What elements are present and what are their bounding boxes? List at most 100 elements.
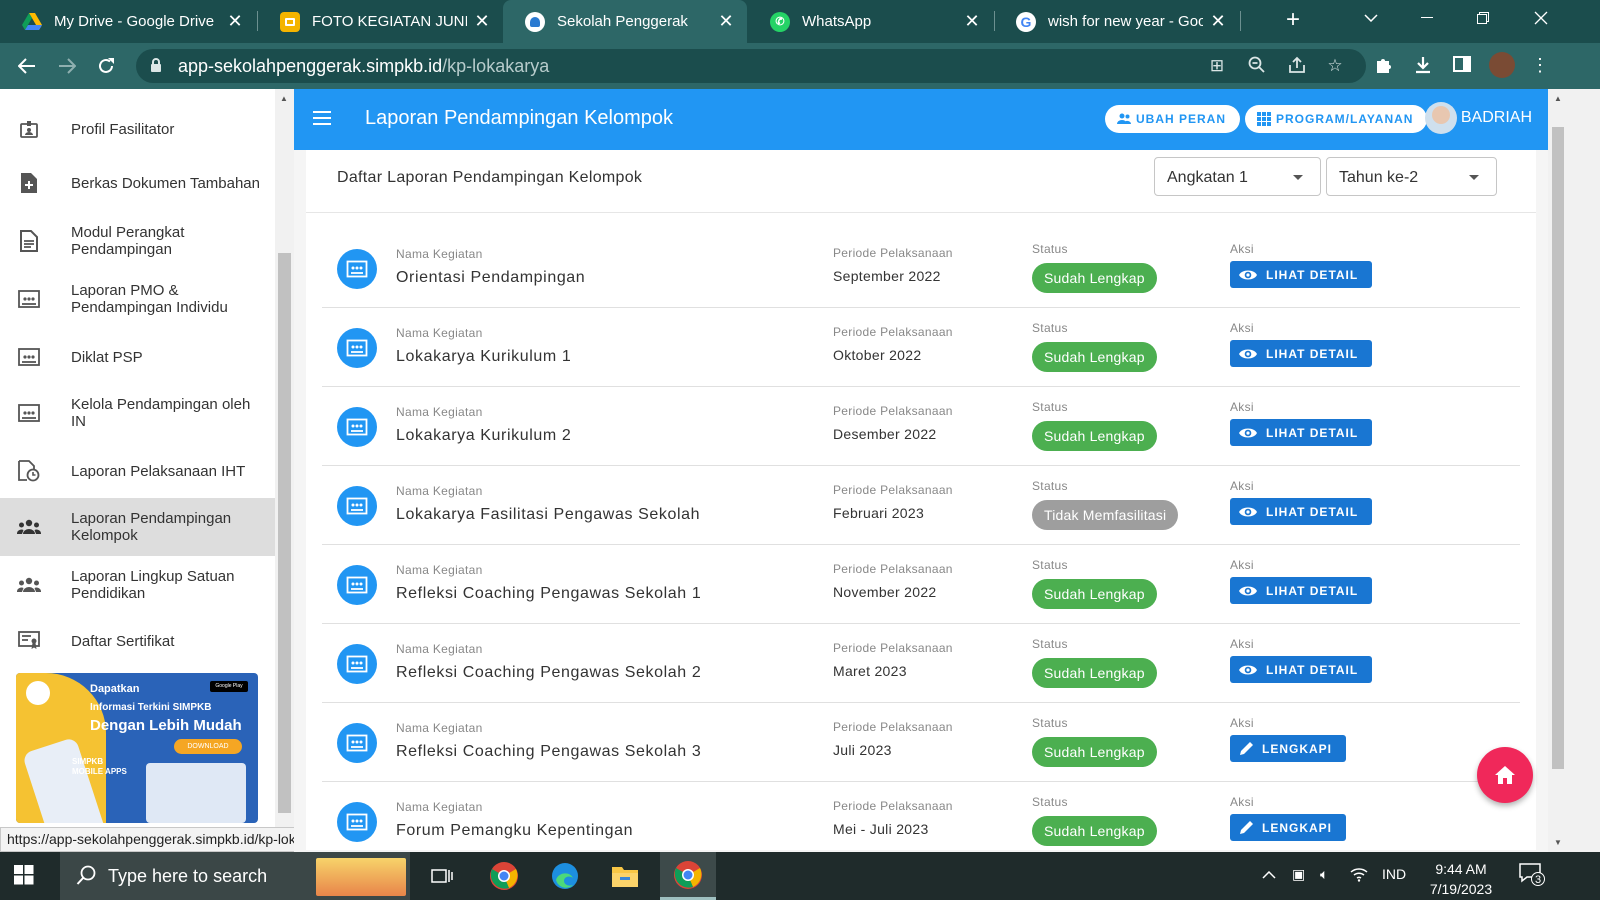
kebab-menu-icon[interactable]: ⋮	[1528, 55, 1552, 79]
activity-period: Mei - Juli 2023	[833, 821, 929, 837]
sidebar-item-diklat-psp[interactable]: Diklat PSP	[0, 339, 275, 375]
activity-avatar	[337, 249, 377, 289]
nama-caption: Nama Kegiatan	[396, 800, 483, 814]
home-fab-button[interactable]	[1477, 747, 1533, 803]
close-tab-icon[interactable]: ✕	[473, 11, 491, 32]
tab-foto-kegiatan[interactable]: FOTO KEGIATAN JUNI 202 ✕	[258, 0, 503, 43]
sidebar-item-modul-perangkat[interactable]: Modul Perangkat Pendampingan	[0, 219, 275, 263]
tab-sekolah-penggerak[interactable]: Sekolah Penggerak ✕	[503, 0, 747, 43]
wifi-icon[interactable]	[1350, 866, 1368, 885]
lengkapi-button[interactable]: LENGKAPI	[1230, 814, 1347, 841]
file-explorer-taskbar-icon[interactable]	[597, 852, 653, 900]
back-button[interactable]	[12, 51, 42, 81]
chrome-profile-taskbar-icon[interactable]	[660, 852, 716, 900]
close-tab-icon[interactable]: ✕	[1209, 11, 1227, 32]
aksi-caption: Aksi	[1230, 242, 1254, 256]
activity-name: Lokakarya Fasilitasi Pengawas Sekolah	[396, 506, 701, 523]
windows-start-icon[interactable]	[14, 865, 34, 890]
program-layanan-button[interactable]: PROGRAM/LAYANAN	[1245, 105, 1428, 133]
close-tab-icon[interactable]: ✕	[226, 11, 244, 32]
bookmark-star-icon[interactable]: ☆	[1324, 56, 1346, 76]
lengkapi-button[interactable]: LENGKAPI	[1230, 735, 1347, 762]
periode-caption: Periode Pelaksanaan	[833, 720, 953, 734]
ubah-peran-button[interactable]: UBAH PERAN	[1105, 105, 1241, 133]
side-panel-icon[interactable]	[1450, 55, 1474, 79]
lihat-detail-button[interactable]: LIHAT DETAIL	[1230, 577, 1373, 604]
taskbar-search-input[interactable]: Type here to search	[60, 852, 410, 900]
periode-caption: Periode Pelaksanaan	[833, 325, 953, 339]
tab-whatsapp[interactable]: ✆ WhatsApp ✕	[748, 0, 993, 43]
download-icon[interactable]	[1411, 55, 1435, 79]
sidebar-item-daftar-sertifikat[interactable]: Daftar Sertifikat	[0, 623, 275, 659]
lihat-detail-button[interactable]: LIHAT DETAIL	[1230, 340, 1373, 367]
notification-center-icon[interactable]: 3	[1518, 862, 1545, 887]
hamburger-menu-icon[interactable]	[313, 111, 331, 126]
badge-icon	[17, 117, 41, 141]
google-play-badge[interactable]: Google Play	[210, 681, 248, 692]
extensions-puzzle-icon[interactable]	[1372, 55, 1396, 79]
file-clock-icon	[17, 459, 41, 483]
tab-google-drive[interactable]: My Drive - Google Drive ✕	[0, 0, 256, 43]
show-hidden-icons-chevron-icon[interactable]	[1262, 866, 1276, 882]
tab-google-search[interactable]: G wish for new year - Googl ✕	[994, 0, 1239, 43]
share-icon[interactable]	[1286, 56, 1308, 76]
sidebar-item-laporan-iht[interactable]: Laporan Pelaksanaan IHT	[0, 453, 275, 489]
lihat-detail-button[interactable]: LIHAT DETAIL	[1230, 656, 1373, 683]
document-icon	[17, 229, 41, 253]
translate-icon[interactable]: ⊞	[1206, 56, 1228, 76]
sidebar-item-laporan-pendampingan-kelompok[interactable]: Laporan Pendampingan Kelompok	[0, 498, 275, 556]
download-button[interactable]: DOWNLOAD	[174, 739, 242, 754]
device-icon[interactable]: ▣	[1292, 866, 1305, 883]
activity-name: Orientasi Pendampingan	[396, 269, 586, 286]
sidebar: Profil Fasilitator Berkas Dokumen Tambah…	[0, 89, 275, 852]
eye-icon	[1239, 507, 1257, 516]
pencil-icon	[1240, 820, 1253, 834]
minimize-button[interactable]	[1404, 0, 1450, 36]
lihat-detail-button[interactable]: LIHAT DETAIL	[1230, 261, 1373, 288]
tahun-select[interactable]: Tahun ke-2	[1326, 157, 1497, 196]
activity-name: Refleksi Coaching Pengawas Sekolah 1	[396, 585, 702, 602]
activity-name: Lokakarya Kurikulum 1	[396, 348, 572, 365]
status-badge: Sudah Lengkap	[1032, 816, 1157, 846]
periode-caption: Periode Pelaksanaan	[833, 641, 953, 655]
close-window-button[interactable]	[1518, 0, 1564, 36]
close-tab-icon[interactable]: ✕	[963, 11, 981, 32]
reload-button[interactable]	[91, 51, 121, 81]
sidebar-item-kelola-pendampingan[interactable]: Kelola Pendampingan oleh IN	[0, 391, 275, 435]
aksi-caption: Aksi	[1230, 321, 1254, 335]
simpkb-logo	[26, 681, 50, 705]
sidebar-item-laporan-pmo[interactable]: Laporan PMO & Pendampingan Individu	[0, 277, 275, 321]
user-menu[interactable]: BADRIAH	[1424, 102, 1532, 134]
sidebar-item-laporan-lingkup[interactable]: Laporan Lingkup Satuan Pendidikan	[0, 563, 275, 607]
url-bar[interactable]: app-sekolahpenggerak.simpkb.id/kp-lokaka…	[136, 49, 1366, 83]
activity-avatar	[337, 565, 377, 605]
edge-taskbar-icon[interactable]	[537, 852, 593, 900]
main-scrollbar[interactable]: ▲ ▼	[1548, 89, 1568, 852]
profile-avatar[interactable]	[1489, 52, 1515, 78]
forward-button[interactable]	[52, 51, 82, 81]
sidebar-item-berkas-dokumen[interactable]: Berkas Dokumen Tambahan	[0, 161, 275, 205]
angkatan-select[interactable]: Angkatan 1	[1154, 157, 1321, 196]
activity-period: Desember 2022	[833, 426, 937, 442]
chrome-taskbar-icon[interactable]	[476, 852, 532, 900]
presentation-icon	[346, 418, 368, 436]
task-view-icon[interactable]	[414, 852, 470, 900]
page-title: Laporan Pendampingan Kelompok	[365, 107, 673, 129]
input-language[interactable]: IND	[1382, 866, 1406, 882]
lihat-detail-button[interactable]: LIHAT DETAIL	[1230, 498, 1373, 525]
lihat-detail-button[interactable]: LIHAT DETAIL	[1230, 419, 1373, 446]
sidebar-scrollbar[interactable]: ▲	[275, 89, 294, 852]
new-tab-button[interactable]: +	[1280, 8, 1306, 34]
lock-icon	[150, 58, 162, 78]
sidebar-item-profil-fasilitator[interactable]: Profil Fasilitator	[0, 111, 275, 147]
system-clock[interactable]: 9:44 AM 7/19/2023	[1418, 859, 1504, 899]
volume-icon[interactable]: 🔈︎	[1320, 866, 1328, 883]
status-caption: Status	[1032, 321, 1068, 335]
zoom-out-icon[interactable]	[1246, 56, 1268, 76]
nama-caption: Nama Kegiatan	[396, 326, 483, 340]
activity-avatar	[337, 407, 377, 447]
tab-search-chevron-icon[interactable]	[1348, 0, 1394, 36]
close-tab-icon[interactable]: ✕	[717, 11, 735, 32]
restore-button[interactable]	[1460, 0, 1506, 36]
simpkb-mobile-promo-banner[interactable]: Dapatkan Informasi Terkini SIMPKB Dengan…	[16, 673, 258, 823]
